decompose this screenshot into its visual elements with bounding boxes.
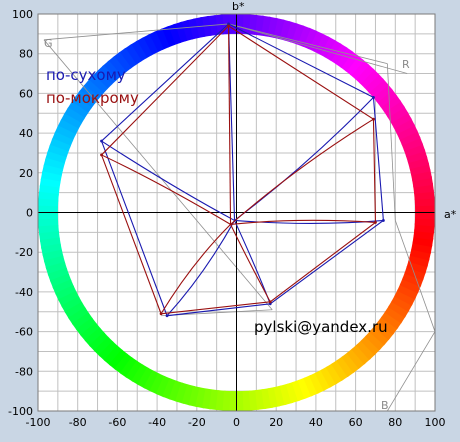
chart: -100 -80 -60 -40 -20 0 20 40 60 80 100 -100 -80 -60 -4… — [0, 0, 460, 438]
x-tick-label: 0 — [233, 416, 240, 429]
x-tick-label: 80 — [388, 416, 402, 429]
x-tick-label: 40 — [309, 416, 323, 429]
x-tick-label: -20 — [188, 416, 206, 429]
corner-label-g: G — [44, 37, 53, 50]
corner-label-r: R — [402, 58, 410, 71]
series-1-point — [374, 221, 377, 224]
y-tick-label: 20 — [19, 167, 33, 180]
series-1-point — [372, 117, 375, 121]
legend-series-wet: по-мокрому — [46, 89, 139, 107]
y-tick-label: -60 — [15, 326, 33, 339]
y-tick-label: -80 — [15, 365, 33, 378]
x-tick-label: -80 — [69, 416, 87, 429]
y-tick-label: 100 — [12, 8, 33, 21]
x-tick-label: 20 — [269, 416, 283, 429]
x-tick-label: 60 — [349, 416, 363, 429]
y-tick-label: 60 — [19, 87, 33, 100]
series-1-point — [268, 300, 272, 304]
series-0-point — [165, 314, 169, 318]
legend-series-dry: по-сухому — [46, 66, 126, 84]
hue-ring-segment — [415, 210, 435, 220]
series-0-point — [100, 139, 103, 143]
x-tick-label: 100 — [425, 416, 446, 429]
series-0-point — [372, 95, 375, 99]
y-tick-label: 0 — [26, 207, 33, 220]
chart-svg: -100 -80 -60 -40 -20 0 20 40 60 80 100-100-80-60-4… — [8, 0, 457, 429]
y-tick-label: -40 — [15, 286, 33, 299]
y-axis-label: b* — [232, 0, 245, 13]
series-1-point — [100, 153, 103, 157]
y-tick-label: -20 — [15, 246, 33, 259]
y-tick-label: 40 — [19, 127, 33, 140]
series-1-point — [159, 312, 163, 316]
y-tick-label: -100 — [8, 405, 33, 418]
x-axis-label: a* — [444, 208, 457, 221]
x-tick-label: -40 — [148, 416, 166, 429]
annotation-email: pylski@yandex.ru — [254, 318, 388, 336]
y-tick-label: 80 — [19, 48, 33, 61]
x-tick-label: -60 — [108, 416, 126, 429]
series-0-point — [381, 219, 385, 222]
series-1-point — [227, 24, 230, 28]
corner-label-b: B — [381, 399, 389, 412]
